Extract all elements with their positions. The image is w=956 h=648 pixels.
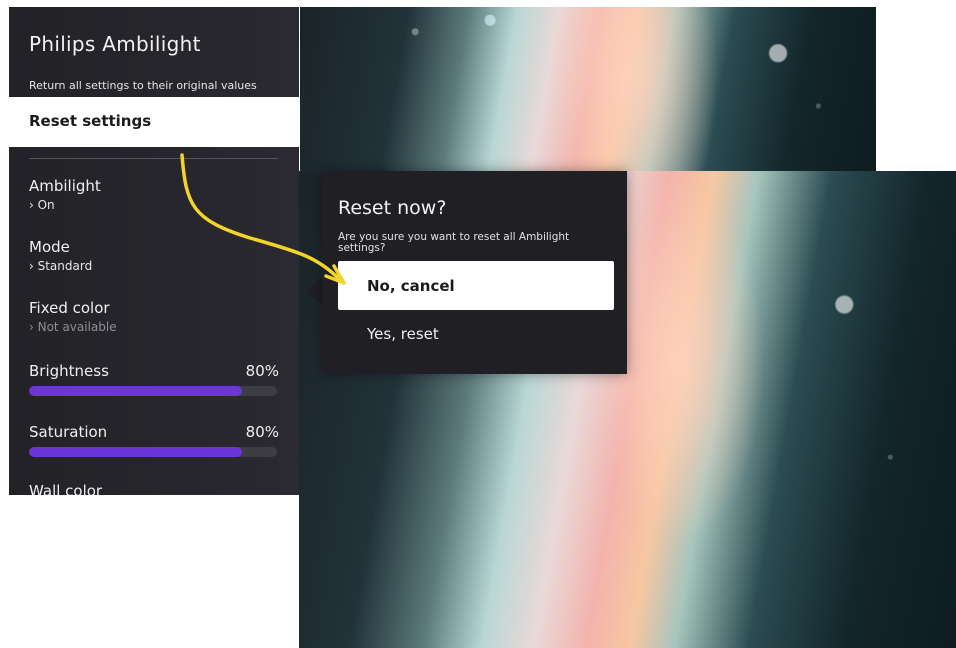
brightness-label: Brightness bbox=[29, 362, 109, 380]
ambilight-value: › On bbox=[29, 198, 55, 212]
reset-dialog: Reset now? Are you sure you want to rese… bbox=[322, 171, 627, 374]
mode-label: Mode bbox=[29, 238, 70, 256]
saturation-slider[interactable]: Saturation 80% bbox=[29, 423, 279, 457]
divider bbox=[29, 158, 278, 159]
yes-reset-button[interactable]: Yes, reset bbox=[338, 311, 614, 357]
saturation-fill bbox=[29, 447, 243, 457]
panel-subtitle: Return all settings to their original va… bbox=[29, 79, 257, 92]
dialog-title: Reset now? bbox=[338, 197, 447, 219]
mode-item[interactable]: Mode › Standard bbox=[29, 238, 279, 273]
ambilight-settings-panel: Philips Ambilight Return all settings to… bbox=[9, 7, 299, 495]
fixed-color-label: Fixed color bbox=[29, 299, 110, 317]
fixed-color-item[interactable]: Fixed color › Not available bbox=[29, 299, 279, 334]
ambilight-label: Ambilight bbox=[29, 177, 101, 195]
wall-color-item[interactable]: Wall color bbox=[29, 482, 279, 495]
saturation-label: Saturation bbox=[29, 423, 108, 441]
mode-value: › Standard bbox=[29, 259, 93, 273]
brightness-slider[interactable]: Brightness 80% bbox=[29, 362, 279, 396]
brightness-track[interactable] bbox=[29, 386, 277, 396]
saturation-value: 80% bbox=[245, 423, 279, 441]
brightness-fill bbox=[29, 386, 243, 396]
dialog-pointer bbox=[307, 277, 322, 305]
background-photo-top bbox=[300, 7, 876, 172]
dialog-message: Are you sure you want to reset all Ambil… bbox=[338, 231, 570, 254]
wall-color-label: Wall color bbox=[29, 482, 103, 495]
saturation-track[interactable] bbox=[29, 447, 277, 457]
brightness-value: 80% bbox=[245, 362, 279, 380]
reset-settings-item[interactable]: Reset settings bbox=[9, 97, 299, 147]
no-cancel-button[interactable]: No, cancel bbox=[338, 261, 614, 310]
fixed-color-value: › Not available bbox=[29, 320, 117, 334]
ambilight-item[interactable]: Ambilight › On bbox=[29, 177, 279, 212]
panel-title: Philips Ambilight bbox=[29, 32, 201, 56]
